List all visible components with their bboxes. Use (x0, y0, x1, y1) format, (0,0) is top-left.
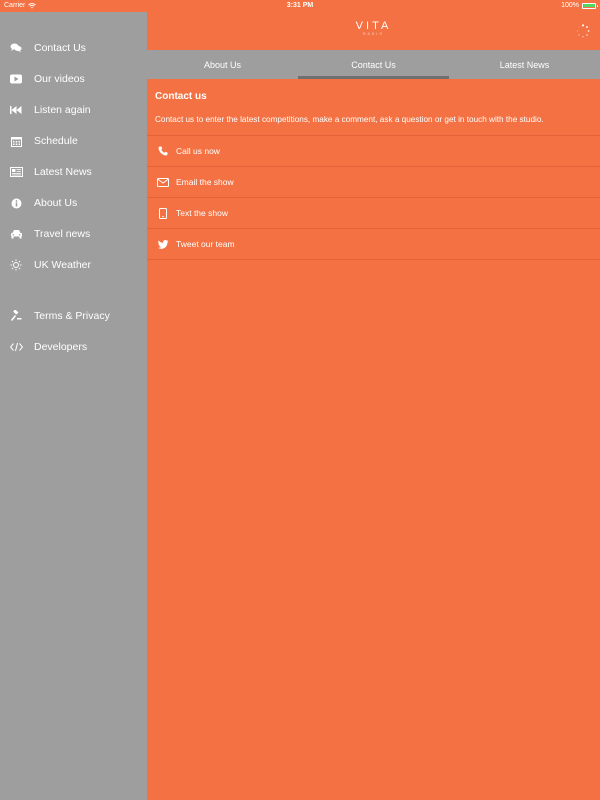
page-title: Contact us (155, 91, 207, 102)
rewind-icon (9, 103, 23, 117)
sidebar-item-label: Contact Us (34, 42, 86, 54)
sidebar-item-developers[interactable]: Developers (0, 332, 147, 362)
twitter-icon (157, 238, 169, 250)
sidebar-item-label: UK Weather (34, 259, 91, 271)
sidebar-item-our-videos[interactable]: Our videos (0, 64, 147, 94)
logo-subtext: RADIO (362, 32, 385, 36)
phone-icon (157, 145, 169, 157)
sidebar-item-label: Schedule (34, 135, 78, 147)
call-us-button[interactable]: Call us now (147, 136, 600, 167)
tab-contact-us[interactable]: Contact Us (298, 50, 449, 79)
mobile-icon (157, 207, 169, 219)
sidebar-item-label: Listen again (34, 104, 91, 116)
page-description: Contact us to enter the latest competiti… (155, 115, 544, 124)
code-icon (9, 340, 23, 354)
status-time: 3:31 PM (286, 2, 314, 9)
sidebar-item-contact-us[interactable]: Contact Us (0, 33, 147, 63)
sidebar-item-label: Travel news (34, 228, 91, 240)
loading-spinner-icon (576, 24, 590, 38)
battery-icon (582, 2, 598, 9)
sidebar-item-label: Terms & Privacy (34, 310, 110, 322)
tweet-team-button[interactable]: Tweet our team (147, 229, 600, 260)
info-icon (9, 196, 23, 210)
sidebar-item-latest-news[interactable]: Latest News (0, 157, 147, 187)
car-icon (9, 227, 23, 241)
logo-text: VITA (355, 20, 392, 32)
gavel-icon (9, 309, 23, 323)
app-header: VITA RADIO (147, 12, 600, 50)
sidebar-item-schedule[interactable]: Schedule (0, 126, 147, 156)
divider (147, 259, 600, 260)
text-show-button[interactable]: Text the show (147, 198, 600, 229)
action-label: Text the show (176, 208, 228, 218)
sun-icon (9, 258, 23, 272)
battery-percent: 100% (561, 2, 579, 9)
email-show-button[interactable]: Email the show (147, 167, 600, 198)
vita-radio-logo: VITA RADIO (147, 20, 600, 37)
sidebar-item-about-us[interactable]: About Us (0, 188, 147, 218)
status-bar: Carrier 3:31 PM 100% (0, 0, 600, 12)
sidebar-item-uk-weather[interactable]: UK Weather (0, 250, 147, 280)
contact-content: Contact us Contact us to enter the lates… (147, 79, 600, 800)
calendar-icon (9, 134, 23, 148)
tab-about-us[interactable]: About Us (147, 50, 298, 79)
tab-bar: About Us Contact Us Latest News (147, 50, 600, 79)
sidebar-item-terms-privacy[interactable]: Terms & Privacy (0, 301, 147, 331)
sidebar-item-listen-again[interactable]: Listen again (0, 95, 147, 125)
envelope-icon (157, 176, 169, 188)
sidebar-item-label: Latest News (34, 166, 92, 178)
chat-bubbles-icon (9, 41, 23, 55)
action-label: Tweet our team (176, 239, 235, 249)
sidebar-menu: Contact Us Our videos Listen again Sched… (0, 12, 147, 800)
sidebar-item-travel-news[interactable]: Travel news (0, 219, 147, 249)
tab-latest-news[interactable]: Latest News (449, 50, 600, 79)
sidebar-item-label: Our videos (34, 73, 85, 85)
youtube-icon (9, 72, 23, 86)
sidebar-item-label: About Us (34, 197, 78, 209)
action-label: Call us now (176, 146, 220, 156)
sidebar-item-label: Developers (34, 341, 88, 353)
newspaper-icon (9, 165, 23, 179)
action-label: Email the show (176, 177, 234, 187)
